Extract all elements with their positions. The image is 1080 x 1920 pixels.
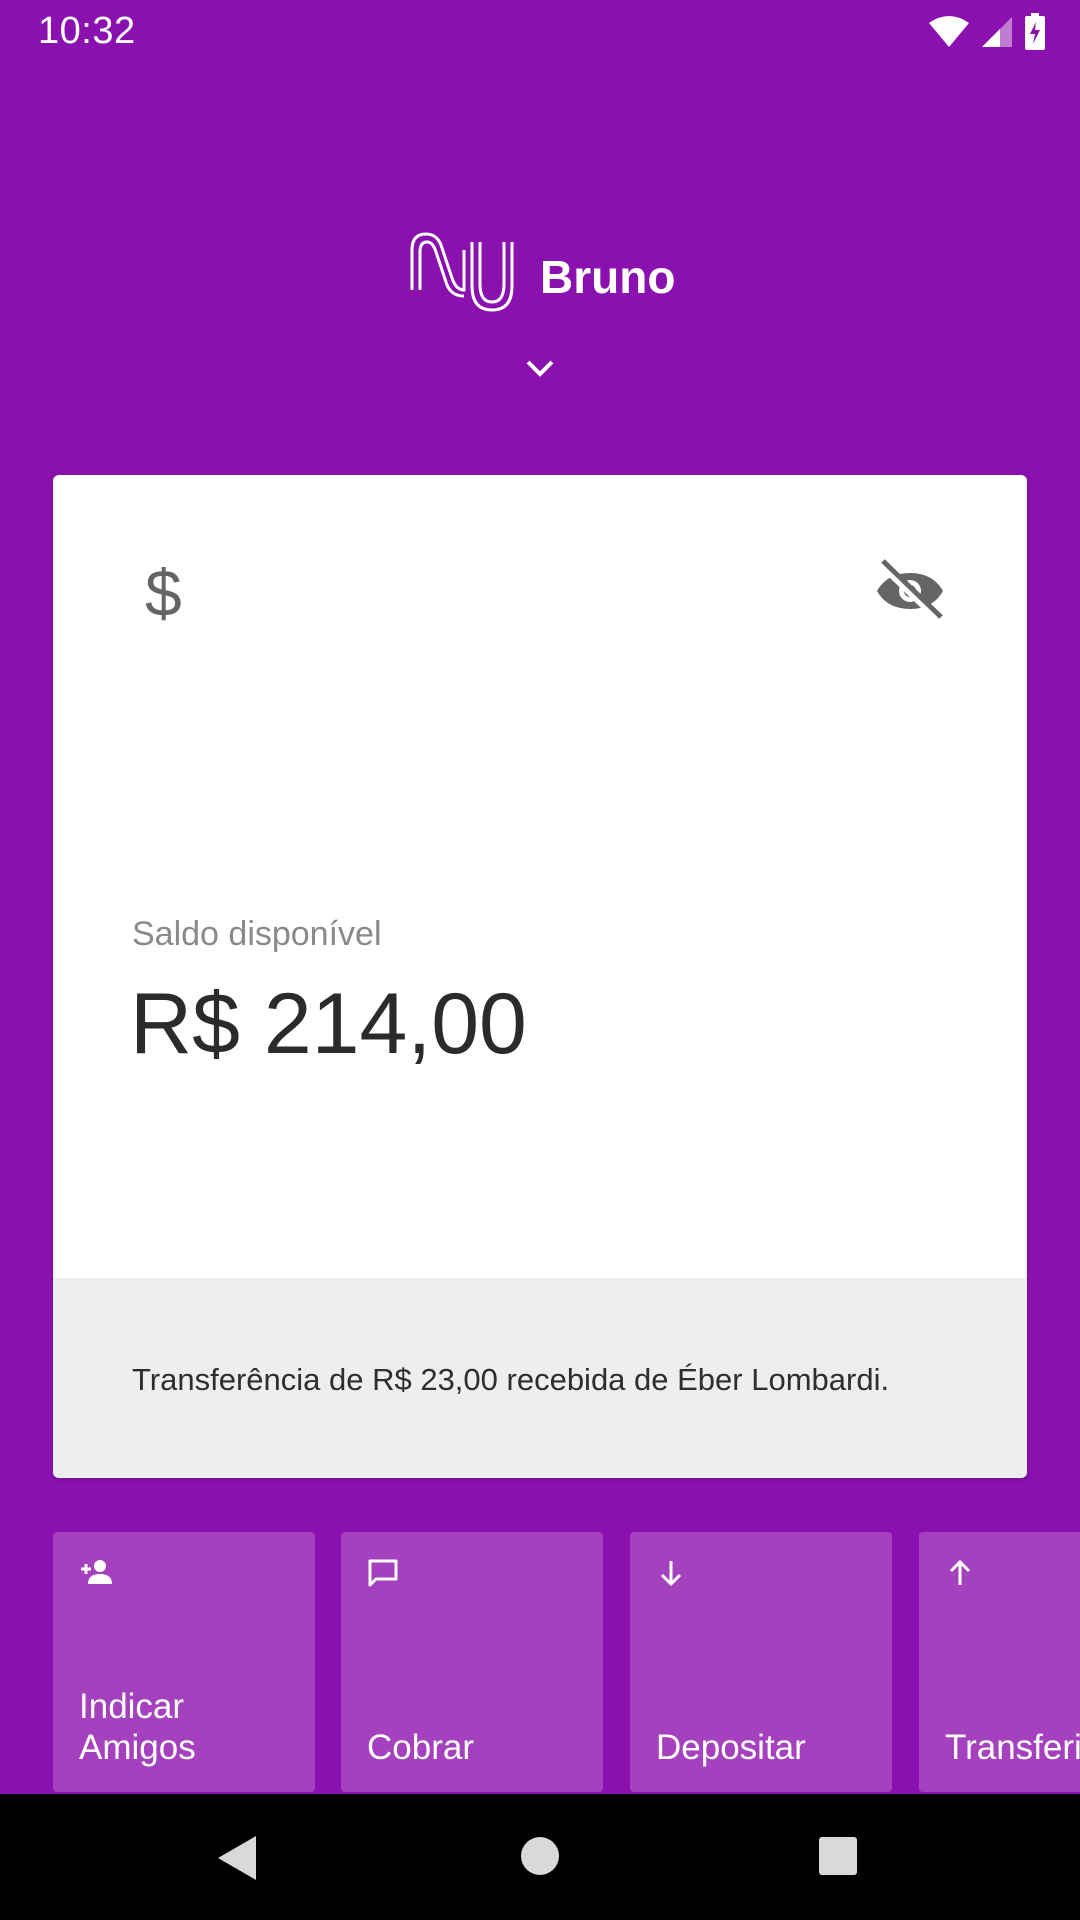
home-icon[interactable] [520,1836,560,1876]
chevron-down-icon[interactable] [520,354,560,382]
battery-charging-icon [1025,13,1045,50]
shortcut-label: Indicar Amigos [79,1687,196,1767]
shortcut-depositar[interactable]: Depositar [630,1532,892,1792]
status-icons [928,12,1046,52]
person-add-icon [81,1560,112,1584]
arrow-up-icon [949,1559,971,1585]
arrow-down-icon [660,1561,682,1587]
balance-label: Saldo disponível [132,915,382,953]
nubank-logo [410,232,514,312]
recents-icon[interactable] [818,1836,858,1876]
shortcut-indicar-amigos[interactable]: Indicar Amigos [53,1532,315,1792]
shortcuts-row[interactable]: Indicar Amigos Cobrar Depositar Transfer… [53,1532,1080,1792]
shortcut-label: Transferir [945,1728,1080,1767]
chat-icon [368,1559,398,1587]
cell-signal-icon [982,17,1012,47]
status-time: 10:32 [38,10,136,52]
status-bar: 10:32 [0,0,1080,64]
shortcut-label: Cobrar [367,1728,474,1767]
account-card[interactable]: $ Saldo disponível R$ 214,00 Transferênc… [53,475,1027,1478]
notification-text: Transferência de R$ 23,00 recebida de Éb… [132,1362,890,1397]
wifi-icon [929,16,969,47]
back-icon[interactable] [216,1834,258,1882]
system-nav-bar [0,1794,1080,1920]
account-header[interactable]: Bruno [0,228,1080,328]
shortcut-label: Depositar [656,1728,806,1767]
balance-value: R$ 214,00 [130,976,527,1072]
card-notification[interactable]: Transferência de R$ 23,00 recebida de Éb… [53,1278,1027,1478]
eye-off-icon[interactable] [875,559,945,623]
shortcut-cobrar[interactable]: Cobrar [341,1532,603,1792]
shortcut-transferir[interactable]: Transferir [919,1532,1080,1792]
dollar-icon: $ [145,556,182,630]
account-name: Bruno [540,251,676,303]
